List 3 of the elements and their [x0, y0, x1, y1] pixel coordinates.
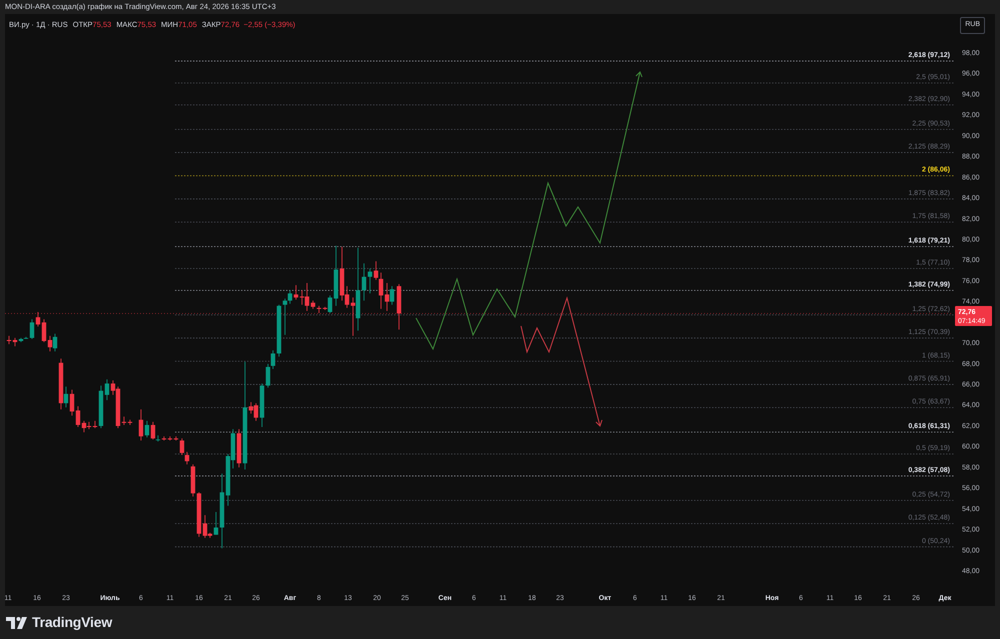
- brand-name: TradingView: [32, 613, 112, 632]
- candlestick: [396, 284, 402, 330]
- logo-icon: [6, 616, 28, 628]
